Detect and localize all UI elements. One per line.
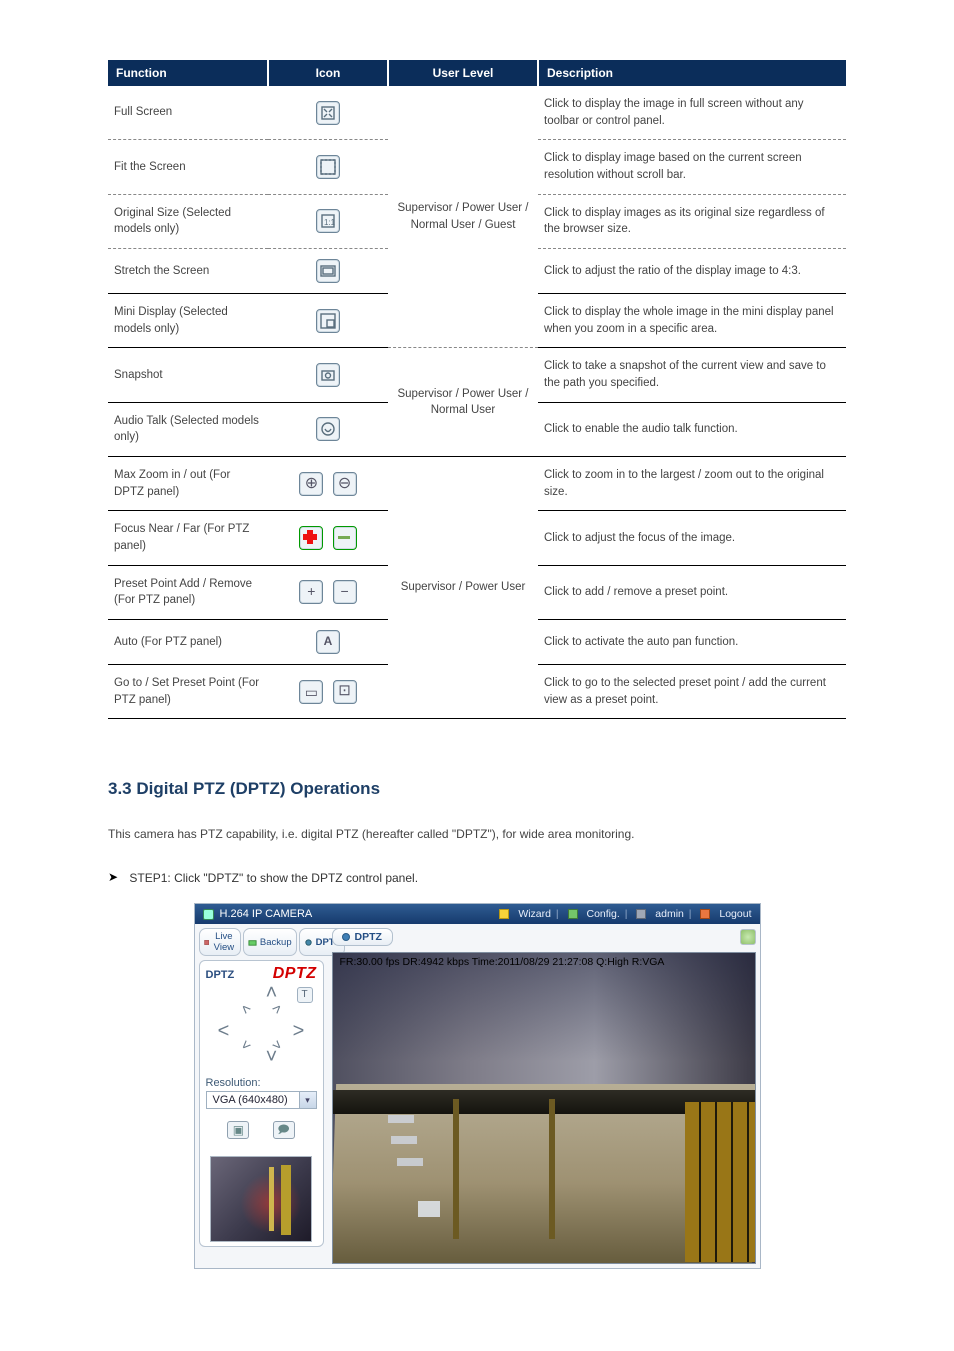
camera-titlebar-icon [203, 909, 214, 920]
liveview-icon [204, 938, 209, 947]
step1-line: ➤ STEP1: Click "DPTZ" to show the DPTZ c… [108, 871, 846, 885]
panel-audiotalk-button[interactable] [273, 1121, 295, 1139]
resolution-label: Resolution: [206, 1077, 317, 1089]
video-overlay-text: FR:30.00 fps DR:4942 kbps Time:2011/08/2… [337, 955, 668, 969]
col-function: Function [108, 60, 268, 86]
link-config[interactable]: Config. [586, 908, 619, 920]
snapshot-icon [316, 363, 340, 387]
bullet-triangle-icon: ➤ [108, 870, 118, 884]
left-column: Live View Backup DPTZ DPTZ DPTZ [195, 924, 328, 1268]
resolution-select[interactable]: VGA (640x480) ▾ [206, 1091, 317, 1109]
dptz-screenshot: H.264 IP CAMERA Wizard | Config. | admin… [194, 903, 761, 1269]
link-user[interactable]: admin [655, 908, 684, 920]
fit-screen-icon [316, 155, 340, 179]
window-title: H.264 IP CAMERA [220, 908, 313, 920]
zoom-out-icon [333, 472, 357, 496]
dptz-chip-icon [341, 932, 351, 942]
live-video-area[interactable]: FR:30.00 fps DR:4942 kbps Time:2011/08/2… [332, 952, 756, 1264]
dptz-highlight-label: DPTZ [273, 965, 317, 983]
right-column: DPTZ FR:30.00 fps DR:4942 kbps Time:2011… [328, 924, 760, 1268]
function-table-header: Function Icon User Level Description [108, 60, 846, 86]
chevron-down-icon[interactable]: ▾ [299, 1092, 316, 1108]
original-size-icon: 1:1 [316, 209, 340, 233]
dptz-chip[interactable]: DPTZ [332, 928, 393, 946]
dir-right-button[interactable]: ˃ [291, 1023, 307, 1039]
row-snapshot: Snapshot Supervisor / Power User / Norma… [108, 348, 846, 402]
mini-display-icon [316, 309, 340, 333]
user-icon [636, 909, 646, 919]
col-icon: Icon [268, 60, 388, 86]
row-fullscreen: Full Screen Supervisor / Power User / No… [108, 86, 846, 140]
config-icon [568, 909, 578, 919]
tab-liveview[interactable]: Live View [199, 928, 241, 956]
focus-far-icon [333, 526, 357, 550]
dir-downleft-button[interactable]: ˄ [234, 1034, 257, 1057]
svg-text:1:1: 1:1 [324, 218, 336, 227]
left-tabstrip: Live View Backup DPTZ [199, 928, 324, 956]
link-wizard[interactable]: Wizard [518, 908, 551, 920]
fullscreen-icon [316, 101, 340, 125]
zoom-in-icon [299, 472, 323, 496]
goto-preset-icon [299, 680, 323, 704]
dptz-tab-icon [304, 938, 313, 947]
top-navigation: Wizard | Config. | admin | Logout [495, 908, 751, 920]
corner-t-button[interactable]: T [297, 987, 313, 1003]
direction-pad: T ˄ ˅ ˂ ˃ ˄ ˄ ˄ ˄ [206, 985, 317, 1071]
window-titlebar: H.264 IP CAMERA Wizard | Config. | admin… [195, 904, 760, 924]
section-heading: 3.3 Digital PTZ (DPTZ) Operations [108, 779, 846, 799]
preset-add-icon [299, 580, 323, 604]
wizard-icon [499, 909, 509, 919]
col-description: Description [538, 60, 846, 86]
auto-pan-icon [316, 630, 340, 654]
backup-icon [248, 938, 257, 947]
mini-display-thumbnail[interactable] [210, 1156, 312, 1242]
dptz-small-label: DPTZ [206, 969, 235, 981]
preset-remove-icon [333, 580, 357, 604]
audio-talk-icon [316, 417, 340, 441]
stretch-screen-icon [316, 259, 340, 283]
set-preset-icon [333, 680, 357, 704]
panel-snapshot-button[interactable] [227, 1121, 249, 1139]
dir-upleft-button[interactable]: ˄ [234, 998, 257, 1021]
row-maxzoom: Max Zoom in / out (For DPTZ panel) Super… [108, 457, 846, 511]
function-table: Full Screen Supervisor / Power User / No… [108, 86, 846, 719]
focus-near-icon [299, 526, 323, 550]
col-userlevel: User Level [388, 60, 538, 86]
expand-button[interactable] [740, 929, 756, 945]
link-logout[interactable]: Logout [719, 908, 751, 920]
section-intro: This camera has PTZ capability, i.e. dig… [108, 827, 846, 841]
logout-icon [700, 909, 710, 919]
dptz-control-panel: DPTZ DPTZ T ˄ ˅ ˂ ˃ ˄ ˄ ˄ ˄ Resolut [199, 960, 324, 1247]
dir-left-button[interactable]: ˂ [216, 1023, 232, 1039]
step1-text: STEP1: Click "DPTZ" to show the DPTZ con… [129, 871, 418, 885]
tab-backup[interactable]: Backup [243, 928, 297, 956]
resolution-value: VGA (640x480) [207, 1094, 299, 1106]
